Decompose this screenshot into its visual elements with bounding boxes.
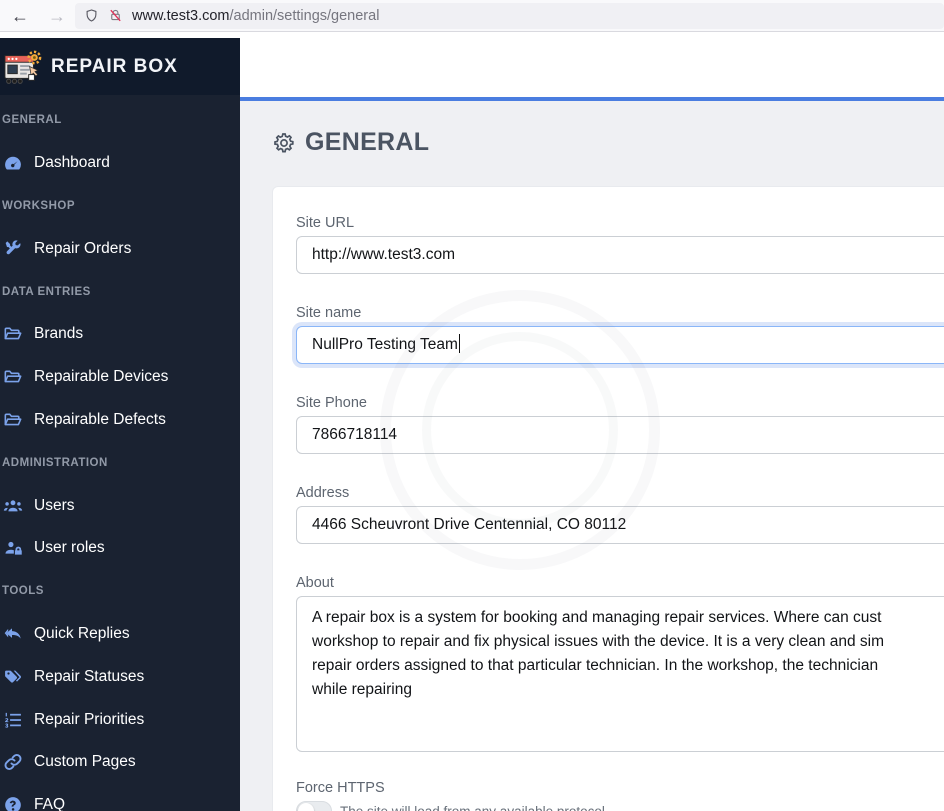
gear-icon: [272, 131, 296, 155]
sidebar-item-label: Users: [34, 496, 75, 514]
sidebar-item-repair-statuses[interactable]: Repair Statuses: [0, 655, 240, 698]
browser-window: ← → www.test3.com/admin/settings/general…: [0, 0, 944, 811]
site-phone-label: Site Phone: [296, 395, 367, 411]
main-content: GENERAL Site URL http://www.test3.com Si…: [240, 101, 944, 811]
section-label-administration: ADMINISTRATION: [2, 456, 108, 469]
users-icon: [3, 496, 25, 516]
sidebar-item-brands[interactable]: Brands: [0, 313, 240, 356]
sidebar-item-users[interactable]: Users: [0, 484, 240, 527]
section-label-data-entries: DATA ENTRIES: [2, 285, 91, 298]
section-label-tools: TOOLS: [2, 585, 44, 598]
sidebar-item-repair-orders[interactable]: Repair Orders: [0, 227, 240, 270]
sidebar-item-label: Brands: [34, 325, 84, 343]
folder-open-icon: [3, 410, 25, 430]
brand-name: REPAIR BOX: [51, 55, 178, 77]
sidebar-item-label: Repair Orders: [34, 239, 132, 257]
top-navbar: [240, 32, 944, 97]
site-url-label: Site URL: [296, 215, 355, 231]
sidebar-item-user-roles[interactable]: User roles: [0, 527, 240, 570]
sidebar-brand[interactable]: REPAIR BOX: [0, 38, 240, 95]
sidebar-item-custom-pages[interactable]: Custom Pages: [0, 741, 240, 784]
gauge-icon: [3, 153, 25, 173]
forward-button[interactable]: →: [48, 1, 66, 31]
site-url-input[interactable]: http://www.test3.com: [296, 236, 944, 274]
toggle-knob: [298, 803, 314, 811]
sidebar-item-label: User roles: [34, 539, 105, 557]
section-label-general: GENERAL: [2, 114, 62, 127]
back-button[interactable]: ←: [11, 1, 29, 31]
sidebar: REPAIR BOX GENERAL Dashboard WORKSHOP Re…: [0, 38, 240, 811]
sidebar-item-dashboard[interactable]: Dashboard: [0, 142, 240, 185]
section-label-workshop: WORKSHOP: [2, 199, 75, 212]
site-name-label: Site name: [296, 305, 362, 321]
sidebar-item-label: Custom Pages: [34, 753, 136, 771]
sidebar-item-label: Quick Replies: [34, 624, 130, 642]
sidebar-item-label: Dashboard: [34, 154, 110, 172]
tags-icon: [3, 667, 25, 687]
sidebar-item-label: Repair Priorities: [34, 710, 145, 728]
force-https-toggle[interactable]: [296, 801, 332, 811]
repair-box-logo-icon: [4, 48, 42, 86]
list-ol-icon: [3, 710, 25, 730]
url-path: /admin/settings/general: [229, 7, 380, 24]
link-icon: [3, 752, 25, 772]
site-phone-input[interactable]: 7866718114: [296, 416, 944, 454]
about-textarea[interactable]: A repair box is a system for booking and…: [296, 596, 944, 752]
force-https-row: The site will load from any available pr…: [296, 801, 944, 811]
sidebar-item-quick-replies[interactable]: Quick Replies: [0, 613, 240, 656]
text-caret: [458, 334, 461, 353]
settings-form-card: Site URL http://www.test3.com Site name …: [272, 186, 944, 811]
reply-icon: [3, 624, 25, 644]
sidebar-item-repair-priorities[interactable]: Repair Priorities: [0, 698, 240, 741]
shield-icon[interactable]: [84, 8, 99, 23]
force-https-description: The site will load from any available pr…: [340, 801, 605, 811]
sidebar-item-label: Repairable Defects: [34, 410, 166, 428]
circle-question-icon: [3, 795, 25, 811]
url-bar[interactable]: www.test3.com/admin/settings/general: [75, 2, 944, 29]
lock-slash-icon[interactable]: [108, 8, 123, 23]
folder-open-icon: [3, 367, 25, 387]
tools-icon: [3, 239, 25, 259]
site-name-input[interactable]: NullPro Testing Team: [296, 326, 944, 364]
sidebar-item-faq[interactable]: FAQ: [0, 784, 240, 811]
sidebar-item-repairable-defects[interactable]: Repairable Defects: [0, 399, 240, 442]
user-lock-icon: [3, 538, 25, 558]
about-label: About: [296, 575, 334, 591]
browser-toolbar: ← → www.test3.com/admin/settings/general: [0, 0, 944, 32]
address-label: Address: [296, 485, 350, 501]
sidebar-item-label: FAQ: [34, 796, 66, 811]
sidebar-item-repairable-devices[interactable]: Repairable Devices: [0, 356, 240, 399]
app-frame: REPAIR BOX GENERAL Dashboard WORKSHOP Re…: [0, 32, 944, 811]
folder-open-icon: [3, 324, 25, 344]
page-title-text: GENERAL: [305, 128, 430, 156]
sidebar-nav: GENERAL Dashboard WORKSHOP Repair Orders…: [0, 95, 240, 811]
page-title: GENERAL: [272, 128, 429, 157]
sidebar-item-label: Repairable Devices: [34, 368, 169, 386]
url-text[interactable]: www.test3.com/admin/settings/general: [132, 8, 379, 24]
force-https-label: Force HTTPS: [296, 780, 385, 796]
address-input[interactable]: 4466 Scheuvront Drive Centennial, CO 801…: [296, 506, 944, 544]
url-host: www.test3.com: [132, 7, 230, 24]
sidebar-item-label: Repair Statuses: [34, 667, 145, 685]
